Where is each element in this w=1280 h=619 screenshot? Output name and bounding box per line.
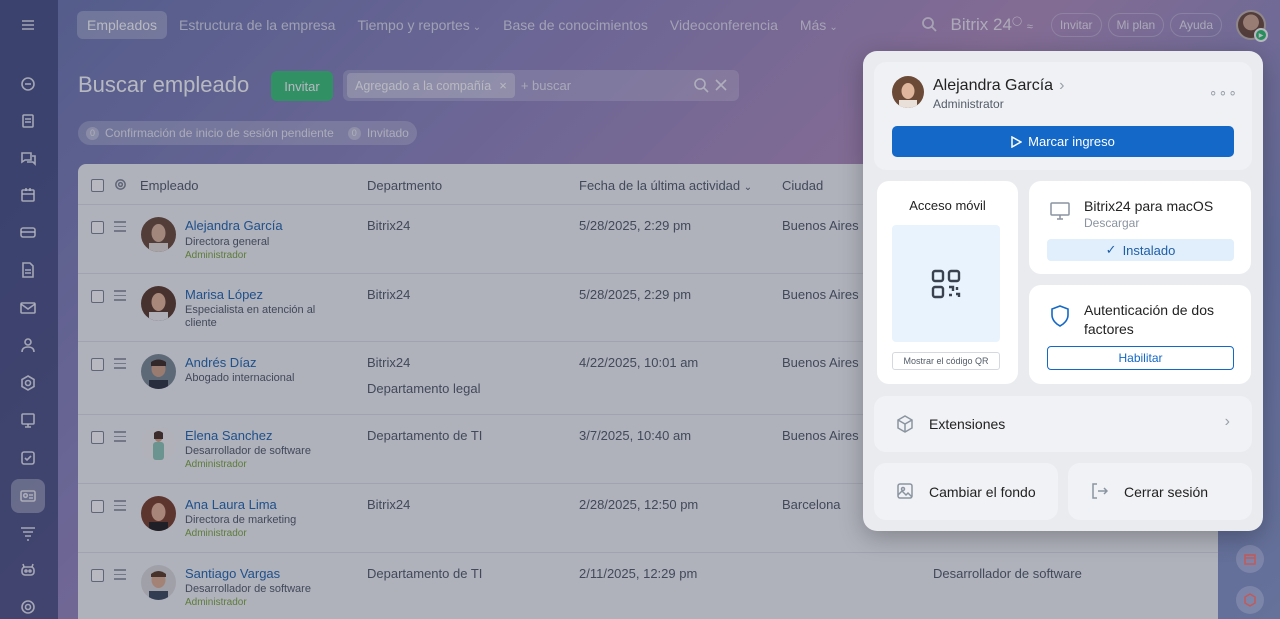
- check-icon: ✓: [1105, 242, 1117, 257]
- extensions-label: Extensiones: [929, 416, 1006, 432]
- enable-2fa-button[interactable]: Habilitar: [1047, 346, 1234, 370]
- avatar[interactable]: [892, 76, 924, 108]
- qr-code-area[interactable]: [892, 225, 1000, 342]
- box-icon: [896, 415, 914, 438]
- change-background-button[interactable]: Cambiar el fondo: [874, 463, 1058, 520]
- macos-title[interactable]: Bitrix24 para macOS: [1084, 198, 1213, 214]
- qr-code-icon: [931, 269, 961, 298]
- shield-icon: [1050, 305, 1070, 332]
- macos-app-card: Bitrix24 para macOS Descargar ✓ Instalado: [1029, 181, 1251, 274]
- two-factor-card: Autenticación de dos factores Habilitar: [1029, 285, 1251, 384]
- profile-name-link[interactable]: Alejandra García ›: [933, 77, 1064, 95]
- logout-icon: [1090, 482, 1109, 505]
- more-icon[interactable]: ∘∘∘: [1209, 84, 1238, 101]
- logout-label: Cerrar sesión: [1124, 484, 1209, 500]
- mobile-access-card: Acceso móvil Mostrar el código QR: [877, 181, 1018, 384]
- logout-button[interactable]: Cerrar sesión: [1068, 463, 1252, 520]
- bot-icon[interactable]: [1236, 586, 1264, 614]
- calendar-icon[interactable]: [1236, 545, 1264, 573]
- extensions-item[interactable]: Extensiones ›: [874, 396, 1252, 452]
- monitor-icon: [1050, 202, 1070, 225]
- change-background-label: Cambiar el fondo: [929, 484, 1036, 500]
- check-in-button[interactable]: Marcar ingreso: [892, 126, 1234, 157]
- show-qr-button[interactable]: Mostrar el código QR: [892, 352, 1000, 370]
- installed-label: Instalado: [1122, 242, 1176, 258]
- mobile-access-title: Acceso móvil: [909, 198, 986, 213]
- two-factor-title: Autenticación de dos factores: [1084, 302, 1214, 337]
- image-icon: [896, 482, 914, 505]
- profile-card: Alejandra García › Administrator ∘∘∘ Marc…: [874, 62, 1252, 170]
- profile-role: Administrator: [933, 97, 1004, 111]
- profile-popup: Alejandra García › Administrator ∘∘∘ Marc…: [863, 51, 1263, 531]
- macos-download-link[interactable]: Descargar: [1084, 216, 1139, 230]
- installed-button[interactable]: ✓ Instalado: [1047, 239, 1234, 261]
- chevron-right-icon: ›: [1224, 413, 1230, 430]
- check-in-label: Marcar ingreso: [1028, 134, 1115, 149]
- profile-name: Alejandra García: [933, 77, 1054, 94]
- chevron-right-icon: ›: [1059, 77, 1065, 94]
- play-icon: [1011, 135, 1023, 148]
